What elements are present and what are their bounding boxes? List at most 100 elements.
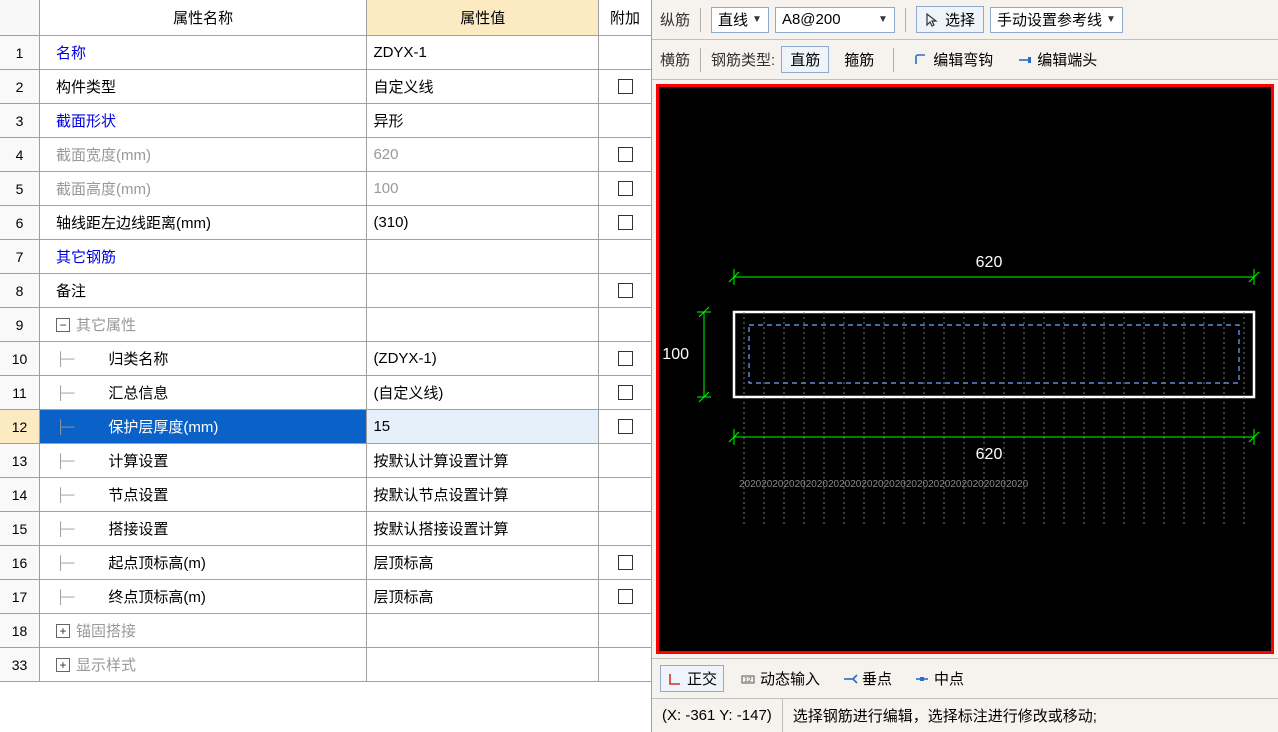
property-value-cell[interactable] bbox=[367, 614, 599, 647]
table-row[interactable]: 4截面宽度(mm)620 bbox=[0, 138, 651, 172]
property-name-cell[interactable]: 备注 bbox=[40, 274, 367, 307]
property-name-cell[interactable]: 截面高度(mm) bbox=[40, 172, 367, 205]
table-row[interactable]: 2构件类型自定义线 bbox=[0, 70, 651, 104]
table-row[interactable]: 18+锚固搭接 bbox=[0, 614, 651, 648]
property-value-cell[interactable]: 自定义线 bbox=[367, 70, 599, 103]
property-value-cell[interactable]: (310) bbox=[367, 206, 599, 239]
table-row[interactable]: 13├─计算设置按默认计算设置计算 bbox=[0, 444, 651, 478]
checkbox[interactable] bbox=[618, 79, 633, 94]
table-row[interactable]: 33+显示样式 bbox=[0, 648, 651, 682]
cad-canvas[interactable]: 620 100 bbox=[656, 84, 1274, 654]
property-value-cell[interactable]: 100 bbox=[367, 172, 599, 205]
property-name-cell[interactable]: +锚固搭接 bbox=[40, 614, 367, 647]
property-value: (自定义线) bbox=[373, 382, 443, 403]
property-value: 层顶标高 bbox=[373, 586, 433, 607]
table-row[interactable]: 7其它钢筋 bbox=[0, 240, 651, 274]
perp-snap-toggle[interactable]: 垂点 bbox=[836, 666, 898, 691]
property-name-cell[interactable]: ├─计算设置 bbox=[40, 444, 367, 477]
table-row[interactable]: 3截面形状异形 bbox=[0, 104, 651, 138]
table-row[interactable]: 17├─终点顶标高(m)层顶标高 bbox=[0, 580, 651, 614]
bottom-dimension: 620 bbox=[729, 429, 1259, 463]
property-value-cell[interactable]: 层顶标高 bbox=[367, 580, 599, 613]
mid-snap-toggle[interactable]: 中点 bbox=[908, 666, 970, 691]
checkbox[interactable] bbox=[618, 589, 633, 604]
property-name-cell[interactable]: ├─节点设置 bbox=[40, 478, 367, 511]
table-row[interactable]: 5截面高度(mm)100 bbox=[0, 172, 651, 206]
property-name-cell[interactable]: ├─保护层厚度(mm) bbox=[40, 410, 367, 443]
property-name-cell[interactable]: ├─搭接设置 bbox=[40, 512, 367, 545]
property-name-cell[interactable]: ├─起点顶标高(m) bbox=[40, 546, 367, 579]
property-name-cell[interactable]: ├─归类名称 bbox=[40, 342, 367, 375]
ortho-label: 正交 bbox=[687, 668, 717, 689]
checkbox[interactable] bbox=[618, 419, 633, 434]
table-row[interactable]: 16├─起点顶标高(m)层顶标高 bbox=[0, 546, 651, 580]
property-value-cell[interactable]: (自定义线) bbox=[367, 376, 599, 409]
edit-hook-button[interactable]: 编辑弯钩 bbox=[904, 46, 1002, 73]
property-name-cell[interactable]: +显示样式 bbox=[40, 648, 367, 681]
property-value-cell[interactable]: 按默认节点设置计算 bbox=[367, 478, 599, 511]
tree-line-icon: ├─ bbox=[56, 487, 74, 502]
ext-cell bbox=[599, 342, 651, 375]
header-value: 属性值 bbox=[367, 0, 599, 35]
table-row[interactable]: 15├─搭接设置按默认搭接设置计算 bbox=[0, 512, 651, 546]
collapse-icon[interactable]: − bbox=[56, 318, 70, 332]
select-button[interactable]: 选择 bbox=[916, 6, 984, 33]
property-name-cell[interactable]: 截面形状 bbox=[40, 104, 367, 137]
checkbox[interactable] bbox=[618, 283, 633, 298]
row-number: 9 bbox=[0, 308, 40, 341]
property-value-cell[interactable] bbox=[367, 308, 599, 341]
stirrup-button[interactable]: 箍筋 bbox=[835, 46, 883, 73]
property-name-cell[interactable]: 轴线距左边线距离(mm) bbox=[40, 206, 367, 239]
property-name-cell[interactable]: ├─汇总信息 bbox=[40, 376, 367, 409]
table-row[interactable]: 6轴线距左边线距离(mm)(310) bbox=[0, 206, 651, 240]
table-row[interactable]: 10├─归类名称(ZDYX-1) bbox=[0, 342, 651, 376]
row-number: 2 bbox=[0, 70, 40, 103]
checkbox[interactable] bbox=[618, 385, 633, 400]
ortho-toggle[interactable]: 正交 bbox=[660, 665, 724, 692]
checkbox[interactable] bbox=[618, 351, 633, 366]
header-rownum bbox=[0, 0, 40, 35]
property-name-cell[interactable]: 名称 bbox=[40, 36, 367, 69]
property-value-cell[interactable]: 异形 bbox=[367, 104, 599, 137]
property-value-cell[interactable] bbox=[367, 240, 599, 273]
rebar-spec-combo[interactable]: A8@200 ▼ bbox=[775, 7, 895, 33]
property-name-cell[interactable]: 截面宽度(mm) bbox=[40, 138, 367, 171]
refline-combo[interactable]: 手动设置参考线 ▼ bbox=[990, 7, 1123, 33]
property-value-cell[interactable] bbox=[367, 648, 599, 681]
property-value-cell[interactable]: 层顶标高 bbox=[367, 546, 599, 579]
top-dimension: 620 bbox=[729, 254, 1259, 285]
checkbox[interactable] bbox=[618, 555, 633, 570]
dynamic-input-toggle[interactable]: 12 动态输入 bbox=[734, 666, 826, 691]
property-value-cell[interactable]: 按默认计算设置计算 bbox=[367, 444, 599, 477]
property-value-cell[interactable]: 按默认搭接设置计算 bbox=[367, 512, 599, 545]
property-value-cell[interactable]: ZDYX-1 bbox=[367, 36, 599, 69]
property-value-cell[interactable]: 620 bbox=[367, 138, 599, 171]
table-row[interactable]: 14├─节点设置按默认节点设置计算 bbox=[0, 478, 651, 512]
property-name-cell[interactable]: 其它钢筋 bbox=[40, 240, 367, 273]
ext-cell bbox=[599, 444, 651, 477]
checkbox[interactable] bbox=[618, 147, 633, 162]
straight-rebar-button[interactable]: 直筋 bbox=[781, 46, 829, 73]
select-label: 选择 bbox=[945, 9, 975, 30]
expand-icon[interactable]: + bbox=[56, 658, 70, 672]
property-name-cell[interactable]: ├─终点顶标高(m) bbox=[40, 580, 367, 613]
edit-end-button[interactable]: 编辑端头 bbox=[1008, 46, 1106, 73]
checkbox[interactable] bbox=[618, 181, 633, 196]
row-number: 7 bbox=[0, 240, 40, 273]
row-number: 6 bbox=[0, 206, 40, 239]
property-name-cell[interactable]: 构件类型 bbox=[40, 70, 367, 103]
property-name-cell[interactable]: −其它属性 bbox=[40, 308, 367, 341]
left-dim-text: 100 bbox=[662, 346, 689, 363]
table-row[interactable]: 8备注 bbox=[0, 274, 651, 308]
property-value-cell[interactable]: (ZDYX-1) bbox=[367, 342, 599, 375]
table-row[interactable]: 9−其它属性 bbox=[0, 308, 651, 342]
checkbox[interactable] bbox=[618, 215, 633, 230]
status-message: 选择钢筋进行编辑，选择标注进行修改或移动; bbox=[783, 699, 1278, 732]
line-mode-combo[interactable]: 直线 ▼ bbox=[711, 7, 769, 33]
table-row[interactable]: 12├─保护层厚度(mm)15 bbox=[0, 410, 651, 444]
property-value-cell[interactable] bbox=[367, 274, 599, 307]
expand-icon[interactable]: + bbox=[56, 624, 70, 638]
property-value-cell[interactable]: 15 bbox=[367, 410, 599, 443]
table-row[interactable]: 1名称ZDYX-1 bbox=[0, 36, 651, 70]
table-row[interactable]: 11├─汇总信息(自定义线) bbox=[0, 376, 651, 410]
